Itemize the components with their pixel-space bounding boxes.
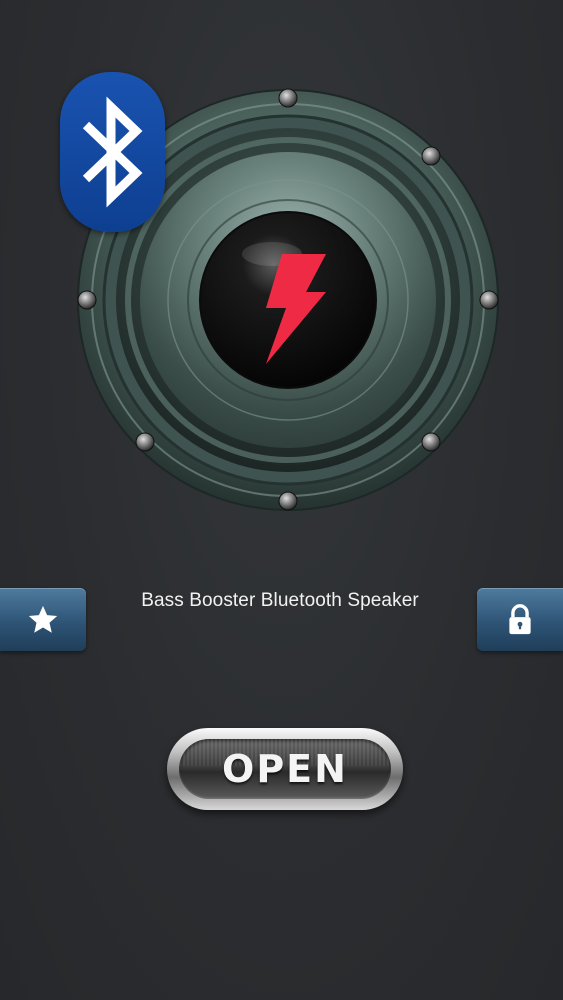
open-button[interactable]: OPEN bbox=[167, 728, 403, 810]
lock-button[interactable] bbox=[477, 588, 563, 651]
app-title: Bass Booster Bluetooth Speaker bbox=[141, 590, 419, 611]
favorite-button[interactable] bbox=[0, 588, 86, 651]
open-button-label: OPEN bbox=[222, 747, 348, 791]
open-button-face: OPEN bbox=[179, 739, 391, 799]
star-icon bbox=[28, 605, 58, 633]
bluetooth-badge[interactable] bbox=[60, 72, 165, 232]
lock-icon bbox=[509, 603, 531, 634]
bluetooth-icon bbox=[82, 96, 142, 208]
app-screen: Bass Booster Bluetooth Speaker OPEN bbox=[0, 0, 563, 1000]
